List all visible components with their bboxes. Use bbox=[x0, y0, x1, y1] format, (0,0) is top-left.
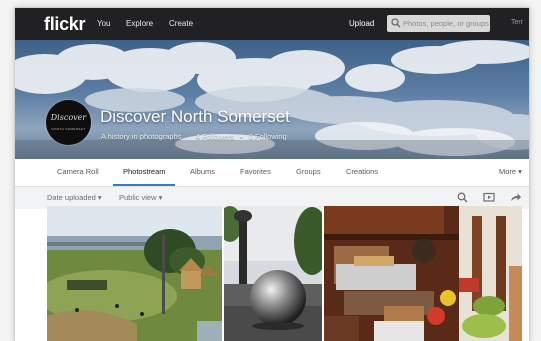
tab-camera-roll[interactable]: Camera Roll bbox=[57, 167, 99, 176]
share-icon[interactable] bbox=[510, 192, 522, 203]
upload-link[interactable]: Upload bbox=[349, 19, 374, 28]
cover-photo: Discover NORTH SOMERSET Discover North S… bbox=[15, 40, 529, 159]
cloud-cover-image bbox=[15, 40, 529, 159]
photo-park-image bbox=[47, 206, 222, 341]
active-tab-indicator bbox=[113, 184, 175, 186]
profile-title: Discover North Somerset bbox=[100, 107, 290, 126]
nav-create[interactable]: Create bbox=[169, 19, 193, 28]
search-icon[interactable] bbox=[457, 192, 468, 203]
photo-sphere-image bbox=[224, 206, 322, 341]
tab-photostream[interactable]: Photostream bbox=[123, 167, 166, 176]
browser-frame: flickr You Explore Create Upload Photos,… bbox=[14, 7, 530, 341]
avatar[interactable]: Discover NORTH SOMERSET bbox=[46, 100, 91, 145]
avatar-subtitle: NORTH SOMERSET bbox=[51, 127, 86, 131]
account-menu[interactable]: Terr bbox=[511, 19, 523, 26]
tab-groups[interactable]: Groups bbox=[296, 167, 321, 176]
slideshow-icon[interactable] bbox=[483, 192, 495, 203]
photo-kitchen[interactable] bbox=[324, 206, 522, 341]
separator-dot: • bbox=[240, 132, 243, 141]
profile-subtitle: A history in photographs bbox=[101, 132, 182, 141]
tab-albums[interactable]: Albums bbox=[190, 167, 215, 176]
photo-sphere-sculpture[interactable] bbox=[224, 206, 322, 341]
nav-you[interactable]: You bbox=[97, 19, 111, 28]
flickr-logo[interactable]: flickr bbox=[44, 14, 86, 35]
tab-creations[interactable]: Creations bbox=[346, 167, 378, 176]
public-view-dropdown[interactable]: Public view ▾ bbox=[119, 193, 162, 202]
more-menu[interactable]: More ▾ bbox=[499, 167, 522, 176]
tab-favorites[interactable]: Favorites bbox=[240, 167, 271, 176]
search-input[interactable]: Photos, people, or groups bbox=[387, 15, 490, 32]
following-link[interactable]: 0 Following bbox=[249, 132, 287, 141]
top-nav: flickr You Explore Create Upload Photos,… bbox=[15, 8, 529, 40]
photo-kitchen-image bbox=[324, 206, 522, 341]
photo-park[interactable] bbox=[47, 206, 222, 341]
search-icon bbox=[391, 18, 401, 28]
avatar-signature: Discover bbox=[50, 113, 87, 122]
search-placeholder: Photos, people, or groups bbox=[403, 19, 489, 28]
nav-explore[interactable]: Explore bbox=[126, 19, 153, 28]
followers-link[interactable]: 4 Followers bbox=[196, 132, 234, 141]
date-uploaded-dropdown[interactable]: Date uploaded ▾ bbox=[47, 193, 102, 202]
profile-subtitle-row: A history in photographs 4 Followers • 0… bbox=[101, 132, 287, 141]
profile-tabs: Camera Roll Photostream Albums Favorites… bbox=[15, 159, 529, 187]
